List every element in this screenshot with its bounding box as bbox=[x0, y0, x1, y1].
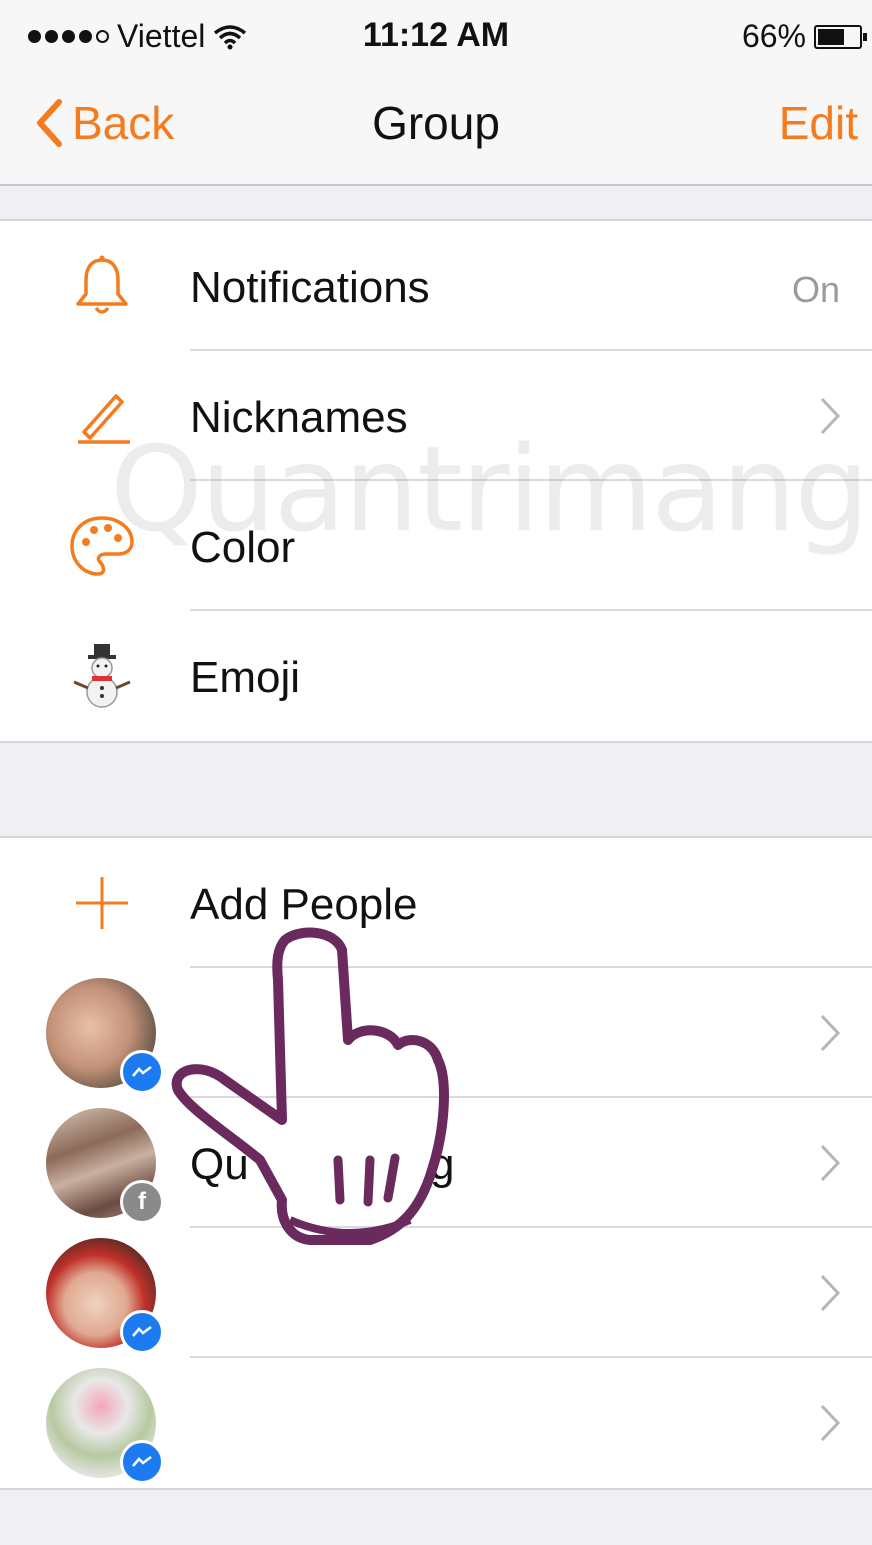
pencil-icon bbox=[60, 374, 144, 458]
palette-icon bbox=[60, 504, 144, 588]
settings-group: Notifications On Nicknames Color Emoji bbox=[0, 219, 872, 743]
notifications-value: On bbox=[791, 269, 840, 310]
color-label: Color bbox=[190, 523, 296, 572]
snowman-icon bbox=[60, 634, 144, 718]
page-title: Group bbox=[372, 97, 500, 149]
avatar bbox=[46, 1368, 164, 1484]
notifications-row[interactable]: Notifications On bbox=[0, 221, 872, 351]
hand-pointer-icon bbox=[171, 927, 449, 1245]
chevron-right-icon bbox=[820, 1014, 841, 1052]
facebook-icon: f bbox=[120, 1180, 164, 1224]
navigation-bar: Back Group Edit bbox=[0, 72, 872, 186]
messenger-icon bbox=[120, 1050, 164, 1094]
edit-button[interactable]: Edit bbox=[779, 96, 858, 150]
member-row[interactable] bbox=[0, 1358, 872, 1488]
battery-status: 66% bbox=[741, 18, 867, 55]
avatar bbox=[46, 1238, 164, 1354]
nicknames-row[interactable]: Nicknames bbox=[0, 351, 872, 481]
plus-icon bbox=[60, 861, 144, 945]
emoji-row[interactable]: Emoji bbox=[0, 611, 872, 741]
emoji-label: Emoji bbox=[190, 653, 301, 702]
messenger-icon bbox=[120, 1310, 164, 1354]
avatar: f bbox=[46, 1108, 164, 1224]
notifications-label: Notifications bbox=[190, 263, 430, 312]
battery-percent: 66% bbox=[741, 18, 806, 54]
battery-icon bbox=[814, 24, 867, 49]
chevron-right-icon bbox=[820, 1404, 841, 1442]
bell-icon bbox=[60, 244, 144, 328]
chevron-right-icon bbox=[820, 397, 841, 435]
avatar bbox=[46, 978, 164, 1094]
chevron-right-icon bbox=[820, 1274, 841, 1312]
chevron-right-icon bbox=[820, 1144, 841, 1182]
status-bar: Viettel 11:12 AM 66% bbox=[0, 0, 872, 72]
color-row[interactable]: Color bbox=[0, 481, 872, 611]
nicknames-label: Nicknames bbox=[190, 393, 408, 442]
messenger-icon bbox=[120, 1440, 164, 1484]
